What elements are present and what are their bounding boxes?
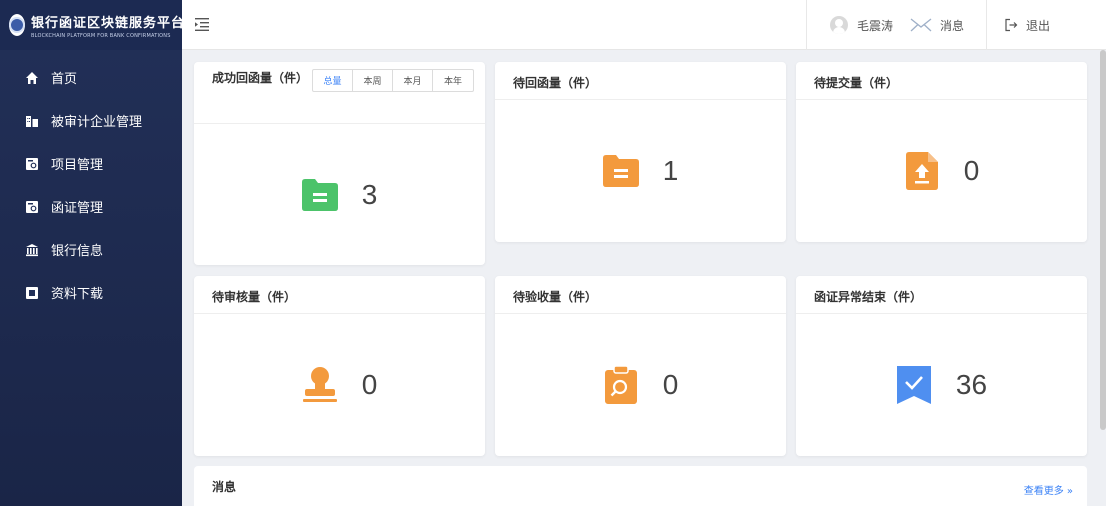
- sidebar-item-projects[interactable]: 项目管理: [0, 142, 182, 185]
- building-icon: [25, 114, 39, 128]
- pending-review-count: 0: [361, 369, 378, 400]
- bank-icon: [25, 243, 39, 257]
- sidebar-item-label: 函证管理: [51, 201, 104, 216]
- top-header: 毛震涛 消息 退出: [182, 0, 1106, 50]
- sidebar-item-downloads[interactable]: 资料下载: [0, 271, 182, 314]
- card-body: 0: [796, 100, 1087, 242]
- card-title: 待回函量（件）: [495, 62, 786, 100]
- card-body: 1: [495, 100, 786, 242]
- period-tabs: 总量 本周 本月 本年: [312, 69, 474, 92]
- card-abnormal-end: 函证异常结束（件） 36: [796, 276, 1087, 456]
- messages-panel: 消息 查看更多 »: [194, 466, 1087, 506]
- tab-total[interactable]: 总量: [313, 70, 353, 91]
- logout-icon: [1004, 18, 1018, 32]
- card-title: 函证异常结束（件）: [796, 276, 1087, 314]
- card-pending-reply: 待回函量（件） 1: [495, 62, 786, 242]
- clipboard-search-icon: [603, 366, 639, 404]
- sidebar-item-label: 被审计企业管理: [51, 115, 143, 130]
- user-name: 毛震涛: [857, 18, 894, 33]
- card-body: 0: [495, 314, 786, 456]
- stamp-icon: [302, 367, 338, 403]
- bookmark-check-icon: [896, 366, 932, 404]
- project-icon: [25, 157, 39, 171]
- card-title: 待验收量（件）: [495, 276, 786, 314]
- brand-logo-icon: [9, 14, 25, 36]
- card-pending-acceptance: 待验收量（件） 0: [495, 276, 786, 456]
- abnormal-end-count: 36: [955, 369, 988, 400]
- sidebar-nav: 首页 被审计企业管理 项目管理 函证管理 银行信息 资料下载: [0, 50, 182, 314]
- sidebar-item-home[interactable]: 首页: [0, 56, 182, 99]
- pending-acceptance-count: 0: [662, 369, 679, 400]
- letter-icon: [25, 200, 39, 214]
- card-pending-submit: 待提交量（件） 0: [796, 62, 1087, 242]
- folder-icon: [301, 177, 338, 213]
- sidebar-item-label: 首页: [51, 72, 78, 87]
- tab-month[interactable]: 本月: [393, 70, 433, 91]
- view-more-link[interactable]: 查看更多 »: [1024, 482, 1073, 497]
- brand-subtitle: BLOCKCHAIN PLATFORM FOR BANK CONFIRMATIO…: [31, 32, 171, 39]
- messages-title: 消息: [212, 480, 237, 494]
- card-title: 待提交量（件）: [796, 62, 1087, 100]
- upload-file-icon: [904, 152, 940, 190]
- pending-reply-count: 1: [662, 155, 679, 186]
- folder-icon: [602, 153, 639, 189]
- menu-collapse-icon[interactable]: [194, 16, 210, 32]
- logout-button[interactable]: 退出: [1004, 0, 1050, 50]
- avatar: [830, 16, 848, 34]
- card-title: 成功回函量（件）: [212, 71, 309, 85]
- sidebar-item-audited-enterprises[interactable]: 被审计企业管理: [0, 99, 182, 142]
- brand-title: 银行函证区块链服务平台: [31, 15, 186, 31]
- brand: 银行函证区块链服务平台 BLOCKCHAIN PLATFORM FOR BANK…: [0, 0, 186, 50]
- sidebar-item-bank-info[interactable]: 银行信息: [0, 228, 182, 271]
- card-success-replies: 成功回函量（件） 总量 本周 本月 本年 3: [194, 62, 485, 265]
- card-body: 3: [194, 124, 485, 265]
- home-icon: [25, 71, 39, 85]
- card-body: 36: [796, 314, 1087, 456]
- tab-year[interactable]: 本年: [433, 70, 473, 91]
- sidebar-item-label: 项目管理: [51, 158, 104, 173]
- tab-week[interactable]: 本周: [353, 70, 393, 91]
- success-count: 3: [361, 178, 378, 210]
- header-divider: [806, 0, 807, 50]
- card-pending-review: 待审核量（件） 0: [194, 276, 485, 456]
- sidebar-item-label: 银行信息: [51, 244, 104, 259]
- messages-button[interactable]: 消息: [910, 0, 964, 50]
- user-info[interactable]: 毛震涛: [830, 0, 893, 50]
- sidebar: 银行函证区块链服务平台 BLOCKCHAIN PLATFORM FOR BANK…: [0, 0, 186, 506]
- logout-label: 退出: [1026, 18, 1051, 33]
- sidebar-item-confirmations[interactable]: 函证管理: [0, 185, 182, 228]
- download-icon: [25, 286, 39, 300]
- messages-label: 消息: [940, 18, 965, 33]
- page-scrollbar[interactable]: [1100, 50, 1106, 430]
- sidebar-item-label: 资料下载: [51, 287, 104, 302]
- header-divider: [986, 0, 987, 50]
- pending-submit-count: 0: [963, 155, 980, 186]
- card-body: 0: [194, 314, 485, 456]
- envelope-icon: [910, 18, 932, 32]
- card-title: 待审核量（件）: [194, 276, 485, 314]
